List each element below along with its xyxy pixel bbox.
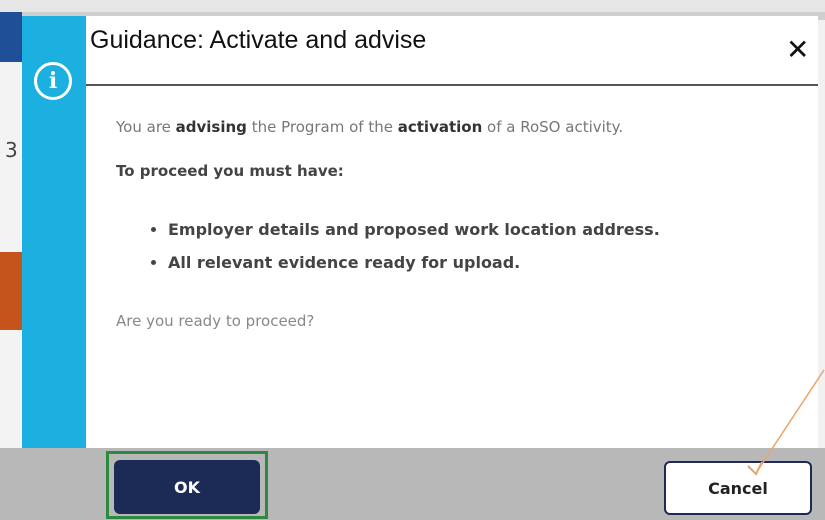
background-orange-block <box>0 252 22 330</box>
advice-bold-advising: advising <box>175 118 247 136</box>
dialog-body: You are advising the Program of the acti… <box>116 108 796 330</box>
close-icon[interactable]: ✕ <box>786 36 809 64</box>
advice-sentence: You are advising the Program of the acti… <box>116 118 796 136</box>
requirements-list: Employer details and proposed work locat… <box>116 220 796 272</box>
ready-question: Are you ready to proceed? <box>116 312 315 330</box>
background-header-bar <box>0 12 22 62</box>
advice-bold-activation: activation <box>397 118 483 136</box>
background-partial-digit: 3 <box>5 138 18 162</box>
cancel-button[interactable]: Cancel <box>664 461 812 515</box>
guidance-dialog: i Guidance: Activate and advise ✕ You ar… <box>22 16 818 448</box>
advice-text-2: the Program of the <box>246 118 398 136</box>
dialog-accent-bar: i <box>22 16 86 448</box>
advice-text-1: You are <box>116 118 176 136</box>
background-top-strip <box>0 0 825 12</box>
info-icon: i <box>34 62 72 100</box>
requirement-item: Employer details and proposed work locat… <box>168 220 796 239</box>
requirement-item: All relevant evidence ready for upload. <box>168 253 796 272</box>
title-divider <box>86 84 818 86</box>
dialog-title: Guidance: Activate and advise <box>90 26 427 54</box>
ok-button[interactable]: OK <box>114 460 260 514</box>
proceed-heading: To proceed you must have: <box>116 162 344 180</box>
advice-text-3: of a RoSO activity. <box>482 118 624 136</box>
